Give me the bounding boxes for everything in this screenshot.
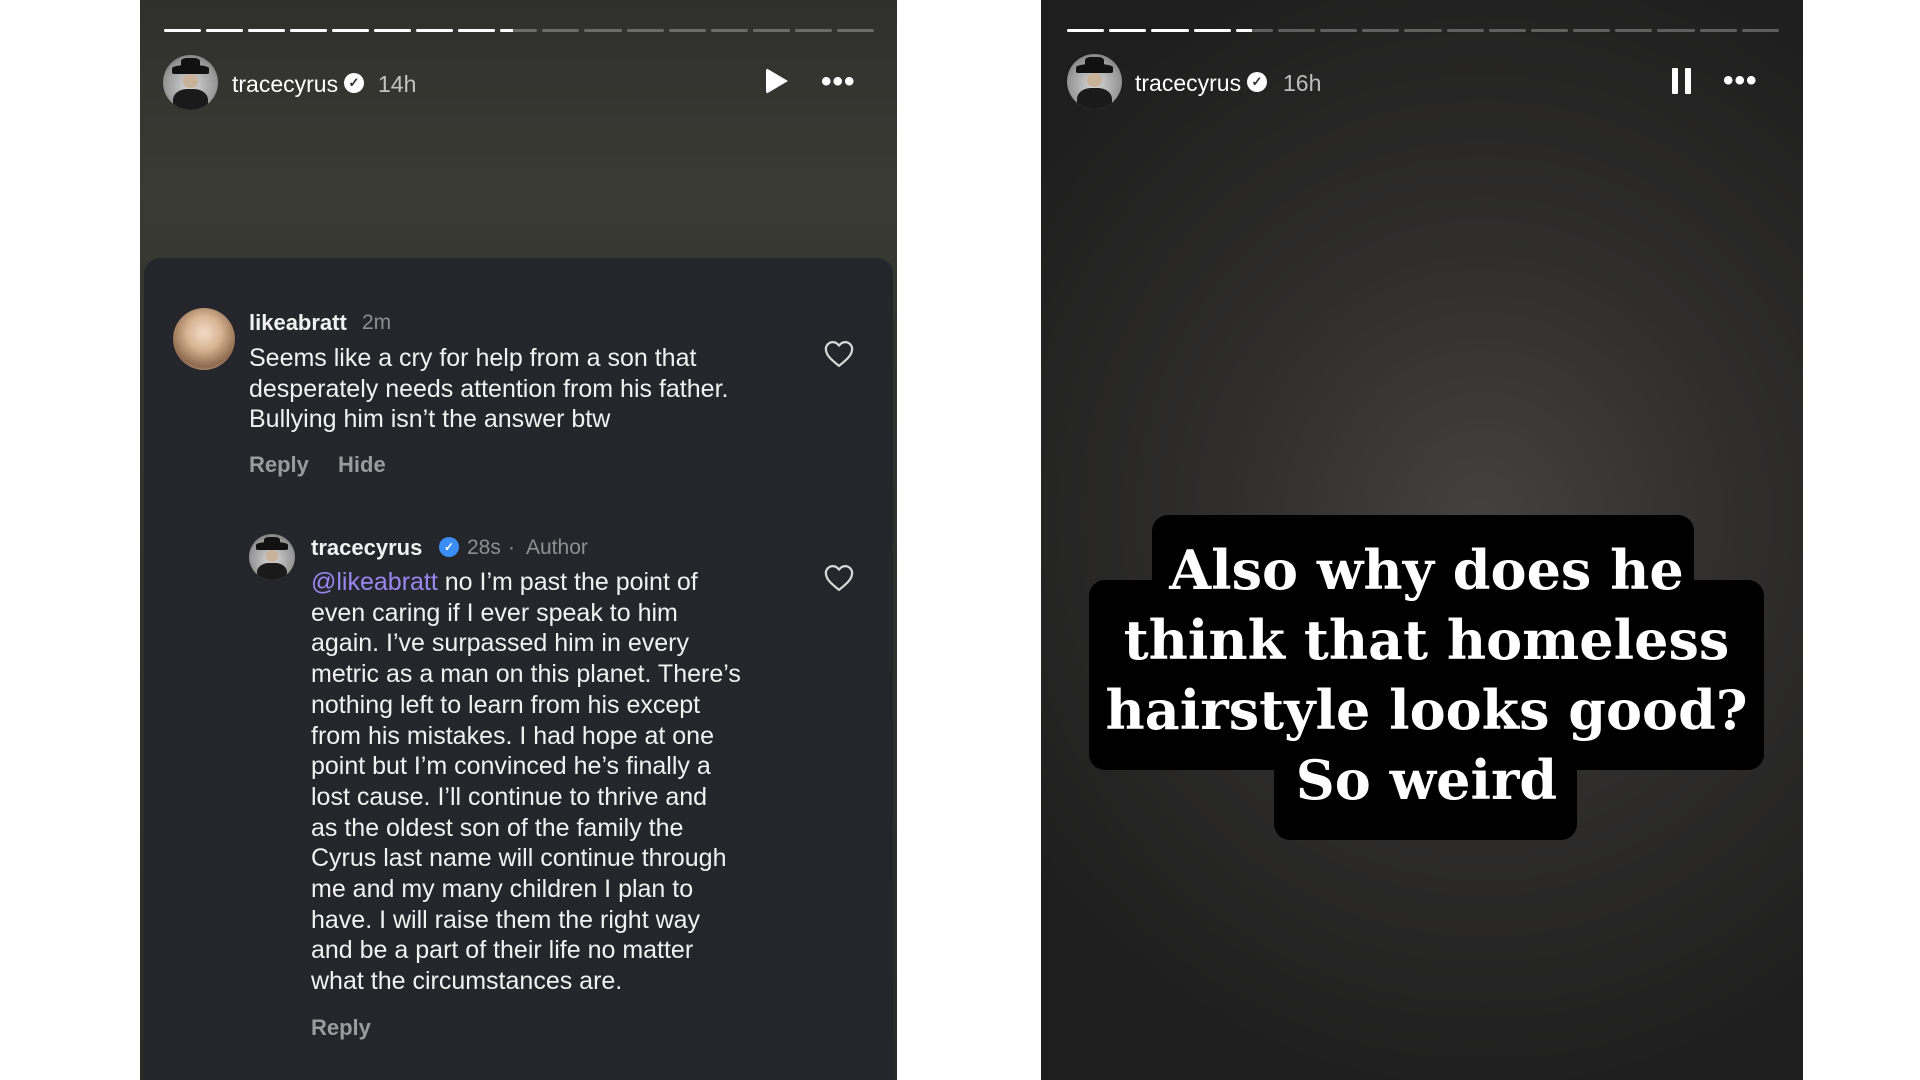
progress-segment bbox=[1615, 29, 1653, 32]
progress-segment bbox=[584, 29, 622, 32]
progress-segment bbox=[500, 29, 538, 32]
caption-line: think that homeless bbox=[1123, 608, 1730, 672]
progress-segment bbox=[458, 29, 496, 32]
progress-segment bbox=[1657, 29, 1695, 32]
progress-segment bbox=[1151, 29, 1189, 32]
progress-segment bbox=[836, 29, 874, 32]
caption-line: Also why does he bbox=[1169, 538, 1684, 602]
story-right[interactable]: tracecyrus ✓ 16h ••• Also why does he th… bbox=[1041, 0, 1803, 1080]
progress-segment bbox=[668, 29, 706, 32]
like-heart-icon[interactable] bbox=[824, 564, 854, 592]
story-left[interactable]: tracecyrus ✓ 14h ••• likeabratt 2m Seems… bbox=[140, 0, 897, 1080]
comments-panel: likeabratt 2m Seems like a cry for help … bbox=[144, 258, 893, 1080]
progress-segment bbox=[1404, 29, 1442, 32]
comment-time: 2m bbox=[362, 311, 392, 334]
reply-username[interactable]: tracecyrus bbox=[311, 535, 422, 561]
progress-segment bbox=[1488, 29, 1526, 32]
progress-segment bbox=[206, 29, 244, 32]
comment-username[interactable]: likeabratt bbox=[249, 310, 347, 336]
progress-segment bbox=[794, 29, 832, 32]
progress-segment bbox=[1573, 29, 1611, 32]
more-horizontal-icon[interactable]: ••• bbox=[821, 67, 856, 97]
progress-segment bbox=[1320, 29, 1358, 32]
reply-text: @likeabratt no I’m past the point of eve… bbox=[311, 568, 741, 996]
story-username[interactable]: tracecyrus bbox=[232, 71, 338, 98]
progress-segment bbox=[1235, 29, 1273, 32]
meta-separator: · bbox=[508, 536, 515, 559]
progress-segment bbox=[164, 29, 202, 32]
progress-segment bbox=[542, 29, 580, 32]
story-progress-bar bbox=[164, 29, 874, 32]
reply-button[interactable]: Reply bbox=[249, 452, 309, 478]
verified-badge-icon: ✓ bbox=[439, 537, 459, 557]
progress-segment bbox=[248, 29, 286, 32]
progress-segment bbox=[332, 29, 370, 32]
story-text-caption: Also why does he think that homeless hai… bbox=[1089, 515, 1764, 840]
progress-segment bbox=[1362, 29, 1400, 32]
progress-segment bbox=[290, 29, 328, 32]
commenter-avatar[interactable] bbox=[173, 308, 235, 370]
verified-badge-icon: ✓ bbox=[1247, 72, 1267, 92]
caption-line: So weird bbox=[1295, 748, 1558, 812]
progress-segment bbox=[626, 29, 664, 32]
story-time: 16h bbox=[1283, 70, 1322, 96]
progress-segment bbox=[1277, 29, 1316, 32]
progress-segment bbox=[710, 29, 748, 32]
comment-text: Seems like a cry for help from a son tha… bbox=[249, 344, 729, 434]
avatar[interactable] bbox=[163, 55, 218, 110]
progress-segment bbox=[1699, 29, 1737, 32]
story-progress-bar bbox=[1067, 29, 1779, 32]
reply-avatar[interactable] bbox=[249, 534, 295, 580]
progress-segment bbox=[752, 29, 790, 32]
progress-segment bbox=[1741, 29, 1779, 32]
progress-segment bbox=[1530, 29, 1569, 32]
progress-segment bbox=[1446, 29, 1484, 32]
progress-segment bbox=[1109, 29, 1147, 32]
more-horizontal-icon[interactable]: ••• bbox=[1723, 66, 1758, 96]
mention-link[interactable]: @likeabratt bbox=[311, 568, 438, 596]
progress-segment bbox=[416, 29, 454, 32]
caption-line: hairstyle looks good? bbox=[1105, 678, 1748, 742]
progress-segment bbox=[374, 29, 412, 32]
progress-segment bbox=[1193, 29, 1231, 32]
hide-button[interactable]: Hide bbox=[338, 452, 386, 478]
like-heart-icon[interactable] bbox=[824, 340, 854, 368]
progress-segment bbox=[1067, 29, 1105, 32]
pause-icon[interactable] bbox=[1672, 68, 1692, 94]
reply-button[interactable]: Reply bbox=[311, 1015, 371, 1041]
avatar[interactable] bbox=[1067, 54, 1122, 109]
author-badge: Author bbox=[526, 536, 588, 559]
verified-badge-icon: ✓ bbox=[344, 73, 364, 93]
play-icon[interactable] bbox=[766, 68, 788, 94]
story-username[interactable]: tracecyrus bbox=[1135, 70, 1241, 97]
story-time: 14h bbox=[378, 71, 417, 97]
reply-time: 28s bbox=[467, 536, 501, 559]
